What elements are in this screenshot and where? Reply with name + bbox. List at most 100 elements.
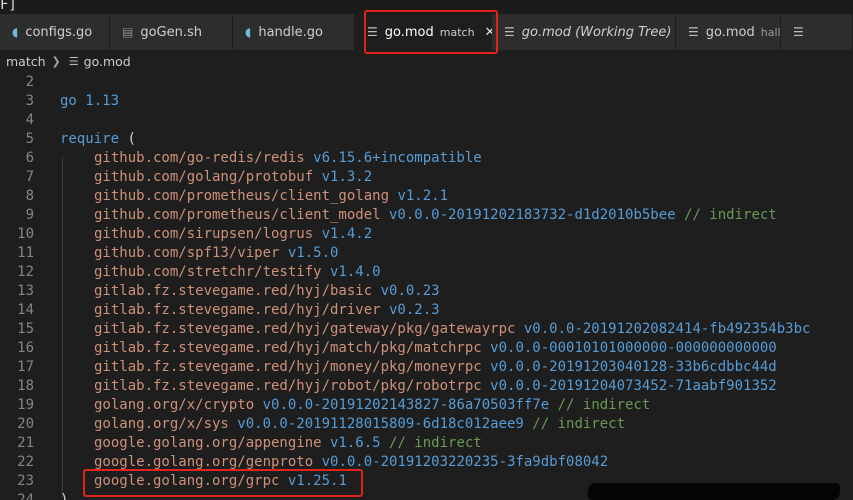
code-token: v1.2.1 bbox=[389, 188, 449, 204]
go-file-icon: ◖ bbox=[12, 25, 19, 39]
code-token: github.com/prometheus/client_model bbox=[94, 207, 381, 223]
code-editor[interactable]: 2 3 go 1.13 4 5 require ( 6 github.com/go-redis… bbox=[0, 72, 853, 500]
line-number: 6 bbox=[25, 150, 34, 166]
code-line[interactable]: 14 gitlab.fz.stevegame.red/hyj/driver v0.… bbox=[0, 301, 853, 320]
code-token: github.com/go-redis/redis bbox=[94, 150, 305, 166]
code-token: github.com/stretchr/testify bbox=[94, 264, 322, 280]
line-number: 12 bbox=[17, 264, 34, 280]
code-token: 1.13 bbox=[85, 93, 120, 109]
code-line[interactable]: 2 bbox=[0, 73, 853, 92]
file-lines-icon: ☰ bbox=[688, 25, 699, 39]
code-line[interactable]: 13 gitlab.fz.stevegame.red/hyj/basic v0.0… bbox=[0, 282, 853, 301]
code-line[interactable]: 5 require ( bbox=[0, 130, 853, 149]
code-token: google.golang.org/grpc bbox=[94, 473, 280, 489]
code-line[interactable]: 9 github.com/prometheus/client_model v0.0… bbox=[0, 206, 853, 225]
editor-window: F] ◖ configs.go ▤ goGen.sh ◖ handle.go ☰ go.mod… bbox=[0, 0, 853, 500]
line-number: 20 bbox=[17, 416, 34, 432]
code-token: v0.0.0-20191203220235-3fa9dbf08042 bbox=[313, 454, 609, 470]
code-token: v0.0.0-20191202082414-fb492354b3bc bbox=[515, 321, 811, 337]
code-line[interactable]: 21 google.golang.org/appengine v1.6.5 // … bbox=[0, 434, 853, 453]
code-token: github.com/prometheus/client_golang bbox=[94, 188, 390, 204]
breadcrumb-folder[interactable]: match bbox=[6, 54, 46, 69]
code-text: gitlab.fz.stevegame.red/hyj/robot/pkg/ro… bbox=[94, 377, 777, 396]
code-token: v0.0.0-20191202183732-d1d2010b5bee bbox=[380, 207, 676, 223]
code-line[interactable]: 7 github.com/golang/protobuf v1.3.2 bbox=[0, 168, 853, 187]
line-number: 2 bbox=[25, 74, 34, 90]
code-line[interactable]: 8 github.com/prometheus/client_golang v1.… bbox=[0, 187, 853, 206]
code-token: v0.0.0-20191128015809-6d18c012aee9 bbox=[228, 416, 524, 432]
code-text: github.com/go-redis/redis v6.15.6+incomp… bbox=[94, 149, 482, 168]
code-token: gitlab.fz.stevegame.red/hyj/robot/pkg/ro… bbox=[94, 378, 482, 394]
code-text: gitlab.fz.stevegame.red/hyj/driver v0.2.… bbox=[94, 301, 440, 320]
line-number: 4 bbox=[25, 112, 34, 128]
tab-overflow[interactable]: ☰ bbox=[781, 14, 853, 50]
code-text: require ( bbox=[60, 130, 136, 149]
tab-go-mod-match[interactable]: ☰ go.mod match ✕ bbox=[355, 14, 495, 50]
code-token: v0.0.0-20191203040128-33b6cdbbc44d bbox=[481, 359, 777, 375]
line-number: 18 bbox=[17, 378, 34, 394]
code-line[interactable]: 11 github.com/spf13/viper v1.5.0 bbox=[0, 244, 853, 263]
code-token: // indirect bbox=[380, 435, 482, 451]
tab-label: go.mod bbox=[705, 24, 755, 40]
tab-description: hall bbox=[760, 25, 781, 39]
code-token: v1.5.0 bbox=[279, 245, 339, 261]
code-text: google.golang.org/appengine v1.6.5 // in… bbox=[94, 434, 482, 453]
code-line[interactable]: 20 golang.org/x/sys v0.0.0-20191128015809… bbox=[0, 415, 853, 434]
code-text: gitlab.fz.stevegame.red/hyj/gateway/pkg/… bbox=[94, 320, 810, 339]
code-token: golang.org/x/crypto bbox=[94, 397, 255, 413]
chevron-right-icon: ❯ bbox=[51, 54, 61, 68]
file-lines-icon: ☰ bbox=[793, 25, 804, 39]
code-token: v1.6.5 bbox=[321, 435, 381, 451]
tab-configs-go[interactable]: ◖ configs.go bbox=[0, 14, 110, 50]
code-text: golang.org/x/crypto v0.0.0-2019120214382… bbox=[94, 396, 650, 415]
code-line[interactable]: 4 bbox=[0, 111, 853, 130]
line-number: 5 bbox=[25, 131, 34, 147]
tab-handle-go[interactable]: ◖ handle.go bbox=[233, 14, 355, 50]
code-token: github.com/spf13/viper bbox=[94, 245, 280, 261]
code-token: v0.0.0-20191202143827-86a70503ff7e bbox=[254, 397, 550, 413]
code-line[interactable]: 6 github.com/go-redis/redis v6.15.6+incom… bbox=[0, 149, 853, 168]
code-text: github.com/sirupsen/logrus v1.4.2 bbox=[94, 225, 372, 244]
code-line[interactable]: 17 gitlab.fz.stevegame.red/hyj/money/pkg/… bbox=[0, 358, 853, 377]
title-glyph: F] bbox=[0, 0, 17, 13]
code-line[interactable]: 15 gitlab.fz.stevegame.red/hyj/gateway/pk… bbox=[0, 320, 853, 339]
code-line[interactable]: 10 github.com/sirupsen/logrus v1.4.2 bbox=[0, 225, 853, 244]
code-text: google.golang.org/genproto v0.0.0-201912… bbox=[94, 453, 608, 472]
code-line[interactable]: 16 gitlab.fz.stevegame.red/hyj/match/pkg/… bbox=[0, 339, 853, 358]
code-token: // indirect bbox=[523, 416, 626, 432]
code-text: ) bbox=[60, 491, 68, 500]
line-number: 7 bbox=[25, 169, 34, 185]
code-token: google.golang.org/genproto bbox=[94, 454, 314, 470]
tab-gogen-sh[interactable]: ▤ goGen.sh bbox=[110, 14, 233, 50]
line-number: 14 bbox=[17, 302, 34, 318]
code-token: v0.0.0-00010101000000-000000000000 bbox=[481, 340, 777, 356]
line-number: 15 bbox=[17, 321, 34, 337]
line-number: 16 bbox=[17, 340, 34, 356]
code-line[interactable]: 3 go 1.13 bbox=[0, 92, 853, 111]
code-line[interactable]: 19 golang.org/x/crypto v0.0.0-20191202143… bbox=[0, 396, 853, 415]
code-token: ) bbox=[60, 492, 69, 500]
code-token: gitlab.fz.stevegame.red/hyj/gateway/pkg/… bbox=[94, 321, 516, 337]
tab-label: goGen.sh bbox=[140, 24, 203, 40]
file-lines-icon: ☰ bbox=[367, 25, 378, 39]
tab-go-mod-hall[interactable]: ☰ go.mod hall bbox=[676, 14, 781, 50]
code-token: gitlab.fz.stevegame.red/hyj/money/pkg/mo… bbox=[94, 359, 482, 375]
code-text: github.com/spf13/viper v1.5.0 bbox=[94, 244, 338, 263]
code-line[interactable]: 22 google.golang.org/genproto v0.0.0-2019… bbox=[0, 453, 853, 472]
code-text: go 1.13 bbox=[60, 92, 119, 111]
breadcrumb-file[interactable]: go.mod bbox=[84, 54, 131, 69]
code-text: gitlab.fz.stevegame.red/hyj/basic v0.0.2… bbox=[94, 282, 440, 301]
code-line[interactable]: 18 gitlab.fz.stevegame.red/hyj/robot/pkg/… bbox=[0, 377, 853, 396]
code-token: // indirect bbox=[549, 397, 651, 413]
code-text: google.golang.org/grpc v1.25.1 bbox=[94, 472, 347, 491]
shell-file-icon: ▤ bbox=[122, 25, 134, 39]
code-token: v0.2.3 bbox=[380, 302, 440, 318]
tab-description: match bbox=[439, 25, 475, 39]
code-text: golang.org/x/sys v0.0.0-20191128015809-6… bbox=[94, 415, 625, 434]
code-line[interactable]: 12 github.com/stretchr/testify v1.4.0 bbox=[0, 263, 853, 282]
file-lines-icon: ☰ bbox=[68, 54, 79, 68]
tab-go-mod-working-tree[interactable]: ☰ go.mod (Working Tree) bbox=[492, 14, 676, 50]
code-token: v0.0.23 bbox=[372, 283, 440, 299]
line-number: 3 bbox=[25, 93, 34, 109]
code-token: v1.4.0 bbox=[321, 264, 381, 280]
